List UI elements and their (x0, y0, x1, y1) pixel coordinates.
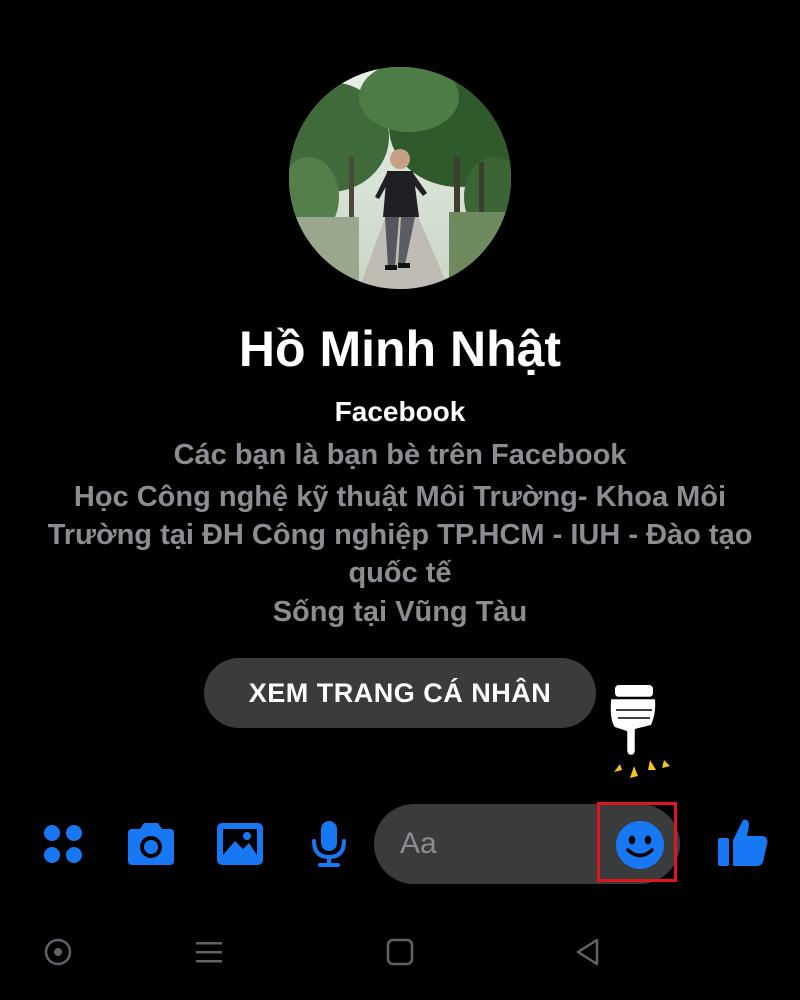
camera-icon[interactable] (122, 818, 180, 870)
conversation-screen: Hồ Minh Nhật Facebook Các bạn là bạn bè … (0, 0, 800, 1000)
profile-source: Facebook (334, 396, 466, 427)
menu-icon[interactable] (187, 932, 231, 972)
education-info: Học Công nghệ kỹ thuật Môi Trường- Khoa … (47, 481, 753, 589)
emoji-icon[interactable] (610, 815, 670, 875)
pointing-hand-icon (600, 680, 680, 785)
gallery-icon[interactable] (211, 818, 269, 870)
apps-icon[interactable] (34, 818, 92, 870)
location-info: Sống tại Vũng Tàu (272, 596, 528, 628)
thumbs-up-icon[interactable] (712, 812, 774, 872)
profile-name: Hồ Minh Nhật (238, 321, 562, 377)
recents-square-icon[interactable] (378, 932, 422, 972)
microphone-icon[interactable] (300, 818, 358, 870)
friends-info: Các bạn là bạn bè trên Facebook (173, 439, 627, 471)
back-triangle-icon[interactable] (566, 932, 610, 972)
view-profile-button[interactable]: XEM TRANG CÁ NHÂN (204, 658, 596, 728)
avatar-photo (289, 67, 511, 289)
message-input[interactable] (400, 822, 590, 866)
home-circle-icon[interactable] (36, 932, 80, 972)
profile-avatar[interactable] (289, 67, 511, 289)
